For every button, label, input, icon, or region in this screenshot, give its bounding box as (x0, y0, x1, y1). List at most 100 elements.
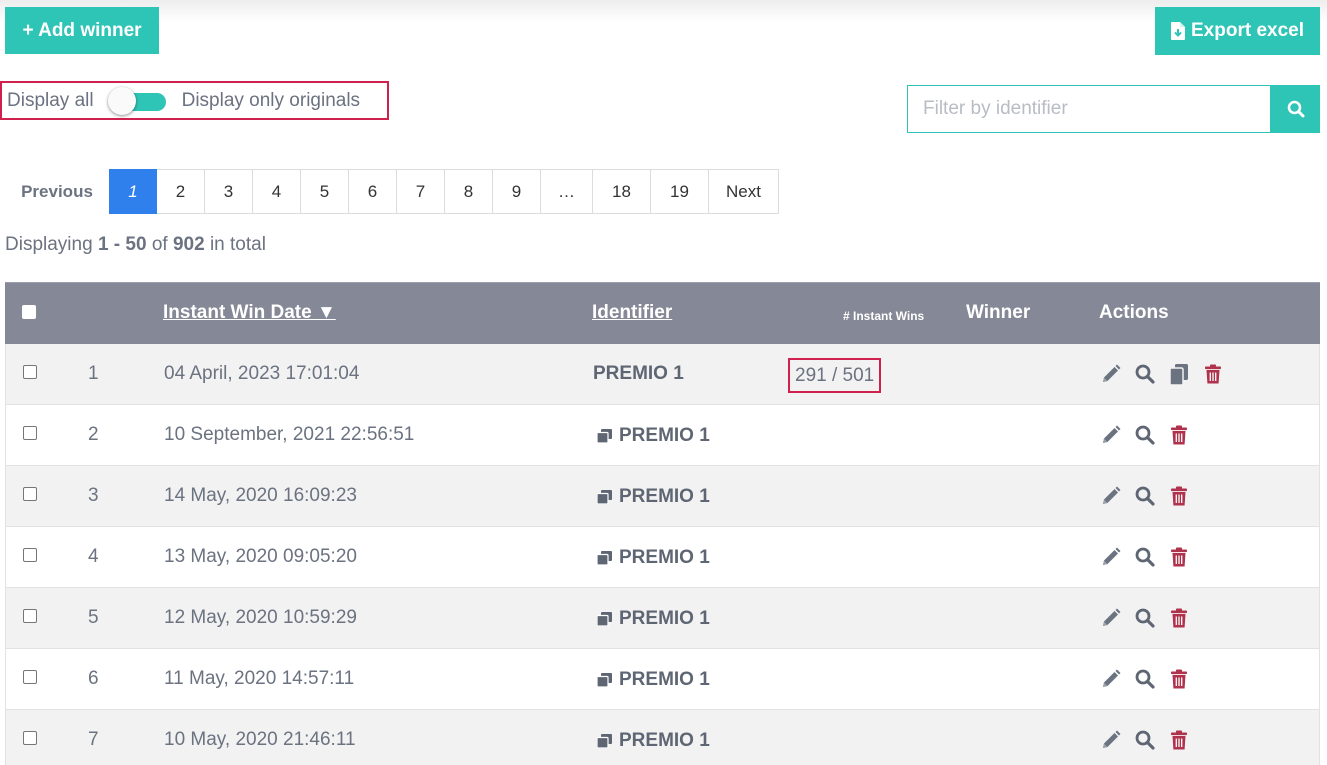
pencil-icon[interactable] (1100, 423, 1122, 447)
identifier-cell: PREMIO 1 (593, 546, 710, 570)
row-checkbox[interactable] (23, 365, 37, 379)
table-row: 1 04 April, 2023 17:01:04 PREMIO 1 291 / 50… (5, 344, 1320, 405)
copy-icon (593, 546, 615, 570)
pencil-icon[interactable] (1100, 362, 1122, 386)
copy-icon (593, 424, 615, 448)
row-checkbox[interactable] (23, 426, 37, 440)
page-7-button[interactable]: 7 (397, 169, 445, 214)
copy-icon (593, 485, 615, 509)
page-3-button[interactable]: 3 (205, 169, 253, 214)
page-6-button[interactable]: 6 (349, 169, 397, 214)
add-winner-button[interactable]: + Add winner (5, 7, 159, 54)
magnifier-icon[interactable] (1134, 545, 1156, 569)
instant-win-date: 12 May, 2020 10:59:29 (164, 607, 357, 628)
page-19-button[interactable]: 19 (651, 169, 709, 214)
page-18-button[interactable]: 18 (593, 169, 651, 214)
magnifier-icon[interactable] (1134, 423, 1156, 447)
sort-identifier-header[interactable]: Identifier (592, 302, 672, 324)
identifier-cell: PREMIO 1 (593, 363, 684, 385)
page-4-button[interactable]: 4 (253, 169, 301, 214)
identifier-cell: PREMIO 1 (593, 485, 710, 509)
pagination: Previous 1 2 3 4 5 6 7 8 9… 18 19 Next (5, 169, 779, 214)
export-excel-label: Export excel (1191, 20, 1304, 41)
table-body: 1 04 April, 2023 17:01:04 PREMIO 1 291 / 50… (5, 344, 1320, 765)
instant-win-date: 10 September, 2021 22:56:51 (164, 424, 415, 445)
originals-toggle-switch[interactable] (107, 86, 166, 115)
instant-win-date: 10 May, 2020 21:46:11 (164, 729, 356, 750)
identifier-filter (907, 85, 1320, 133)
row-number: 7 (88, 729, 99, 750)
identifier-text: PREMIO 1 (619, 547, 710, 568)
sort-date-header[interactable]: Instant Win Date ▼ (163, 302, 336, 324)
summary-range: 1 - 50 (97, 234, 147, 255)
trash-icon[interactable] (1168, 545, 1190, 569)
display-originals-label: Display only originals (181, 89, 361, 111)
add-winner-label: + Add winner (22, 19, 142, 41)
summary-total: 902 (172, 234, 205, 255)
actions-header: Actions (1099, 302, 1169, 323)
page-5-button[interactable]: 5 (301, 169, 349, 214)
trash-icon[interactable] (1168, 667, 1190, 691)
page-list: 1 2 3 4 5 6 7 8 9… 18 19 (109, 169, 709, 214)
row-checkbox[interactable] (23, 670, 37, 684)
winners-table: Instant Win Date ▼ Identifier # Instant … (5, 282, 1320, 765)
search-button[interactable] (1271, 85, 1320, 133)
identifier-text: PREMIO 1 (619, 486, 710, 507)
magnifier-icon[interactable] (1134, 606, 1156, 630)
row-checkbox[interactable] (23, 731, 37, 745)
instant-win-date: 04 April, 2023 17:01:04 (164, 363, 360, 384)
previous-page-button[interactable]: Previous (5, 169, 109, 214)
page-9-button[interactable]: 9 (493, 169, 541, 214)
results-summary: Displaying 1 - 50 of 902 in total (5, 234, 266, 256)
table-row: 2 10 September, 2021 22:56:51 PREMIO 1 (5, 405, 1320, 466)
row-checkbox[interactable] (23, 487, 37, 501)
copy-icon (593, 729, 615, 753)
trash-icon[interactable] (1168, 606, 1190, 630)
identifier-text: PREMIO 1 (619, 669, 710, 690)
magnifier-icon[interactable] (1134, 728, 1156, 752)
filter-input[interactable] (907, 85, 1271, 133)
row-number: 4 (88, 546, 99, 567)
identifier-text: PREMIO 1 (593, 363, 684, 384)
instant-wins-header: # Instant Wins (843, 309, 925, 323)
copy-icon (593, 668, 615, 692)
trash-icon[interactable] (1168, 484, 1190, 508)
magnifier-icon[interactable] (1134, 667, 1156, 691)
instant-win-date: 14 May, 2020 16:09:23 (164, 485, 357, 506)
table-row: 7 10 May, 2020 21:46:11 PREMIO 1 (5, 710, 1320, 765)
identifier-text: PREMIO 1 (619, 730, 710, 751)
trash-icon[interactable] (1202, 362, 1224, 386)
page-ellipsis: … (541, 169, 593, 214)
page-2-button[interactable]: 2 (157, 169, 205, 214)
instant-win-date: 13 May, 2020 09:05:20 (164, 546, 357, 567)
page-1-button[interactable]: 1 (109, 169, 157, 214)
pencil-icon[interactable] (1100, 545, 1122, 569)
identifier-cell: PREMIO 1 (593, 607, 710, 631)
pencil-icon[interactable] (1100, 484, 1122, 508)
pencil-icon[interactable] (1100, 606, 1122, 630)
row-checkbox[interactable] (23, 548, 37, 562)
next-page-button[interactable]: Next (709, 169, 779, 214)
row-number: 2 (88, 424, 99, 445)
display-toggle: Display all Display only originals (0, 81, 389, 120)
winner-header: Winner (966, 302, 1031, 323)
table-row: 6 11 May, 2020 14:57:11 PREMIO 1 (5, 649, 1320, 710)
trash-icon[interactable] (1168, 728, 1190, 752)
toggle-knob[interactable] (107, 86, 136, 115)
row-actions (1100, 667, 1190, 691)
pencil-icon[interactable] (1100, 667, 1122, 691)
page-8-button[interactable]: 8 (445, 169, 493, 214)
pencil-icon[interactable] (1100, 728, 1122, 752)
export-excel-button[interactable]: Export excel (1155, 7, 1320, 55)
trash-icon[interactable] (1168, 423, 1190, 447)
magnifier-icon[interactable] (1134, 362, 1156, 386)
copy-icon (593, 607, 615, 631)
row-actions (1100, 606, 1190, 630)
row-number: 3 (88, 485, 99, 506)
copy-icon[interactable] (1168, 362, 1190, 386)
identifier-cell: PREMIO 1 (593, 424, 710, 448)
select-all-checkbox[interactable] (22, 305, 36, 319)
search-icon (1287, 100, 1305, 118)
magnifier-icon[interactable] (1134, 484, 1156, 508)
row-checkbox[interactable] (23, 609, 37, 623)
